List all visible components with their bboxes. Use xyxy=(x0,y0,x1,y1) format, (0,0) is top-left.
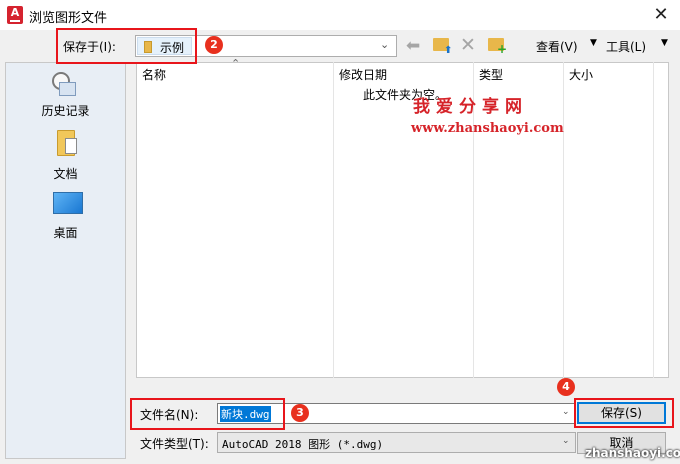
watermark-title: 我爱分享网 xyxy=(413,97,528,117)
filetype-dropdown-arrow-icon[interactable]: ⌄ xyxy=(562,436,570,446)
column-divider[interactable] xyxy=(563,62,564,378)
place-desktop-label: 桌面 xyxy=(53,226,78,240)
view-menu[interactable]: 查看(V) xyxy=(536,38,578,55)
history-icon xyxy=(59,82,76,96)
tools-menu[interactable]: 工具(L) xyxy=(606,38,646,55)
annotation-badge: 3 xyxy=(291,404,309,422)
place-history[interactable]: 历史记录 xyxy=(5,68,126,124)
window-title: 浏览图形文件 xyxy=(29,11,108,26)
column-header-type[interactable]: 类型 xyxy=(479,66,503,83)
place-desktop[interactable]: 桌面 xyxy=(5,190,126,246)
watermark-bottom: zhanshaoyi.com xyxy=(585,446,680,460)
annotation-box-save xyxy=(574,398,674,428)
column-header-modified[interactable]: 修改日期 xyxy=(339,66,387,83)
annotation-box-filename xyxy=(130,398,285,430)
view-dropdown-arrow-icon[interactable]: ▼ xyxy=(590,38,597,48)
autocad-app-icon: A xyxy=(7,6,23,24)
annotation-box-save-in xyxy=(56,28,197,64)
annotation-badge: 2 xyxy=(205,36,223,54)
plus-icon: + xyxy=(497,42,508,56)
place-documents[interactable]: 文档 xyxy=(5,128,126,184)
annotation-badge: 4 xyxy=(557,378,575,396)
close-button[interactable]: ✕ xyxy=(648,2,674,28)
place-history-label: 历史记录 xyxy=(41,104,90,118)
column-divider[interactable] xyxy=(333,62,334,378)
filetype-label: 文件类型(T): xyxy=(140,437,209,451)
filetype-value: AutoCAD 2018 图形 (*.dwg) xyxy=(222,438,384,451)
back-arrow-icon[interactable]: ⬅ xyxy=(406,36,420,56)
column-header-size[interactable]: 大小 xyxy=(569,66,593,83)
up-arrow-icon: ⬆ xyxy=(444,45,453,56)
document-page-icon xyxy=(65,138,77,154)
desktop-icon xyxy=(53,192,83,214)
chevron-down-icon[interactable]: ⌄ xyxy=(380,38,389,51)
place-documents-label: 文档 xyxy=(53,167,78,181)
delete-icon[interactable]: ✕ xyxy=(460,34,476,56)
filename-dropdown-arrow-icon[interactable]: ⌄ xyxy=(562,407,570,417)
tools-dropdown-arrow-icon[interactable]: ▼ xyxy=(661,38,668,48)
watermark-url: www.zhanshaoyi.com xyxy=(411,121,564,136)
sort-ascending-icon: ⌃ xyxy=(231,57,241,70)
file-list[interactable] xyxy=(136,62,669,378)
column-header-name[interactable]: 名称 xyxy=(142,66,166,83)
column-divider[interactable] xyxy=(653,62,654,378)
